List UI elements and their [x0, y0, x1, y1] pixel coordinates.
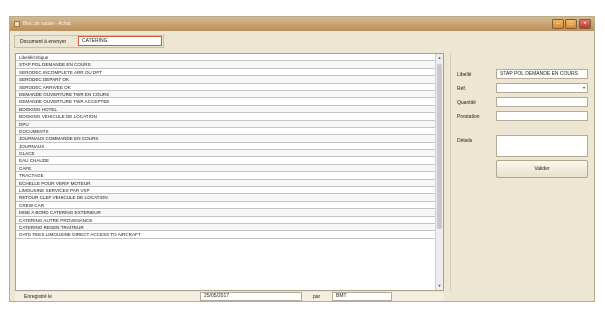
scroll-down-icon[interactable]: ▼ — [436, 282, 443, 290]
ref-combobox[interactable]: ▾ — [496, 83, 588, 93]
window-title: Bloc de saisie - Achat — [23, 21, 71, 27]
close-button[interactable]: × — [579, 19, 591, 29]
par-label: par — [313, 294, 321, 300]
list-item[interactable]: DOCUMENTS — [16, 127, 436, 136]
list-item[interactable]: STAP POL DEMANDE EN COURS — [16, 61, 436, 69]
list-items: Libellé/critique STAP POL DEMANDE EN COUR… — [16, 54, 443, 239]
list-item[interactable]: JOURNAUX COMMANDE EN COURS — [16, 135, 436, 143]
document-field[interactable]: CATERING — [78, 36, 162, 46]
chevron-down-icon[interactable]: ▾ — [583, 84, 585, 92]
saved-on-label: Enregistré le — [24, 294, 53, 300]
scroll-up-icon[interactable]: ▲ — [436, 54, 443, 62]
list-item[interactable]: LIMOUSINE SERVICES PAR VSP — [16, 187, 436, 195]
list-item[interactable]: BOOKING HOTEL — [16, 105, 436, 114]
list-item[interactable]: SERODEC INCOMPLETE ARR OU DPT — [16, 68, 436, 77]
quantite-label: Quantité — [457, 100, 476, 106]
list-item[interactable]: JOURNAUX — [16, 142, 436, 151]
list-item[interactable]: GLACE — [16, 150, 436, 158]
title-bar[interactable]: Bloc de saisie - Achat – □ × — [10, 17, 594, 31]
details-label: Détails — [457, 138, 473, 144]
list-item[interactable]: SERODEC ARRIVEE OK — [16, 83, 436, 91]
list-item[interactable]: DEMANDE OUVERTURE TWR EN COURS — [16, 90, 436, 99]
list-item[interactable]: TRACTAGE — [16, 172, 436, 180]
details-textarea[interactable] — [496, 135, 588, 157]
libelle-field[interactable]: STAP POL DEMANDE EN COURS — [496, 69, 588, 79]
list-item[interactable]: CAFE — [16, 164, 436, 173]
panel-divider — [450, 53, 451, 291]
list-item[interactable]: DEMANDE OUVERTURE TWR ACCEPTEE — [16, 98, 436, 106]
desktop-strip — [0, 0, 605, 16]
list-item[interactable]: DPU — [16, 120, 436, 128]
list-item[interactable]: GATE FEES LIMOUSINE DIRECT ACCESS TO AIR… — [16, 231, 436, 239]
libelle-label: Libellé — [457, 72, 472, 78]
valider-button[interactable]: Valider — [496, 160, 588, 178]
prestation-field[interactable] — [496, 111, 588, 121]
maximize-button[interactable]: □ — [565, 19, 577, 29]
list-item[interactable]: CATERING RESEN TRAITEUR — [16, 223, 436, 232]
list-item[interactable]: ECHELLE POUR VERIF MOTEUR — [16, 179, 436, 188]
list-item[interactable]: MISE A BORD CATERING EXTERIEUR — [16, 209, 436, 217]
prestation-list[interactable]: Libellé/critique STAP POL DEMANDE EN COUR… — [15, 53, 444, 291]
list-item[interactable]: EAU CHAUDE — [16, 157, 436, 165]
app-window: Bloc de saisie - Achat – □ × Document à … — [9, 16, 595, 302]
list-item[interactable]: CREW CAR — [16, 201, 436, 210]
saved-date-field: 25/05/2017 — [200, 292, 302, 301]
document-label: Document à envoyer — [20, 39, 67, 45]
list-item[interactable]: SERODEC DEPART OK — [16, 76, 436, 84]
prestation-label: Prestation — [457, 114, 480, 120]
list-item[interactable]: RETOUR CLEF VEHICULE DE LOCATION — [16, 194, 436, 202]
list-item[interactable]: CATERING AUTRE PROVENANCE — [16, 216, 436, 224]
minimize-button[interactable]: – — [552, 19, 564, 29]
scroll-thumb[interactable] — [437, 64, 442, 229]
list-scrollbar[interactable]: ▲ ▼ — [435, 54, 443, 290]
app-icon — [14, 21, 20, 27]
ref-label: Réf. — [457, 86, 467, 92]
quantite-field[interactable] — [496, 97, 588, 107]
saved-user-field: BMT — [332, 292, 392, 301]
list-item[interactable]: BOOKING VEHICULE DE LOCATION — [16, 113, 436, 121]
list-item[interactable]: Libellé/critique — [16, 54, 436, 62]
